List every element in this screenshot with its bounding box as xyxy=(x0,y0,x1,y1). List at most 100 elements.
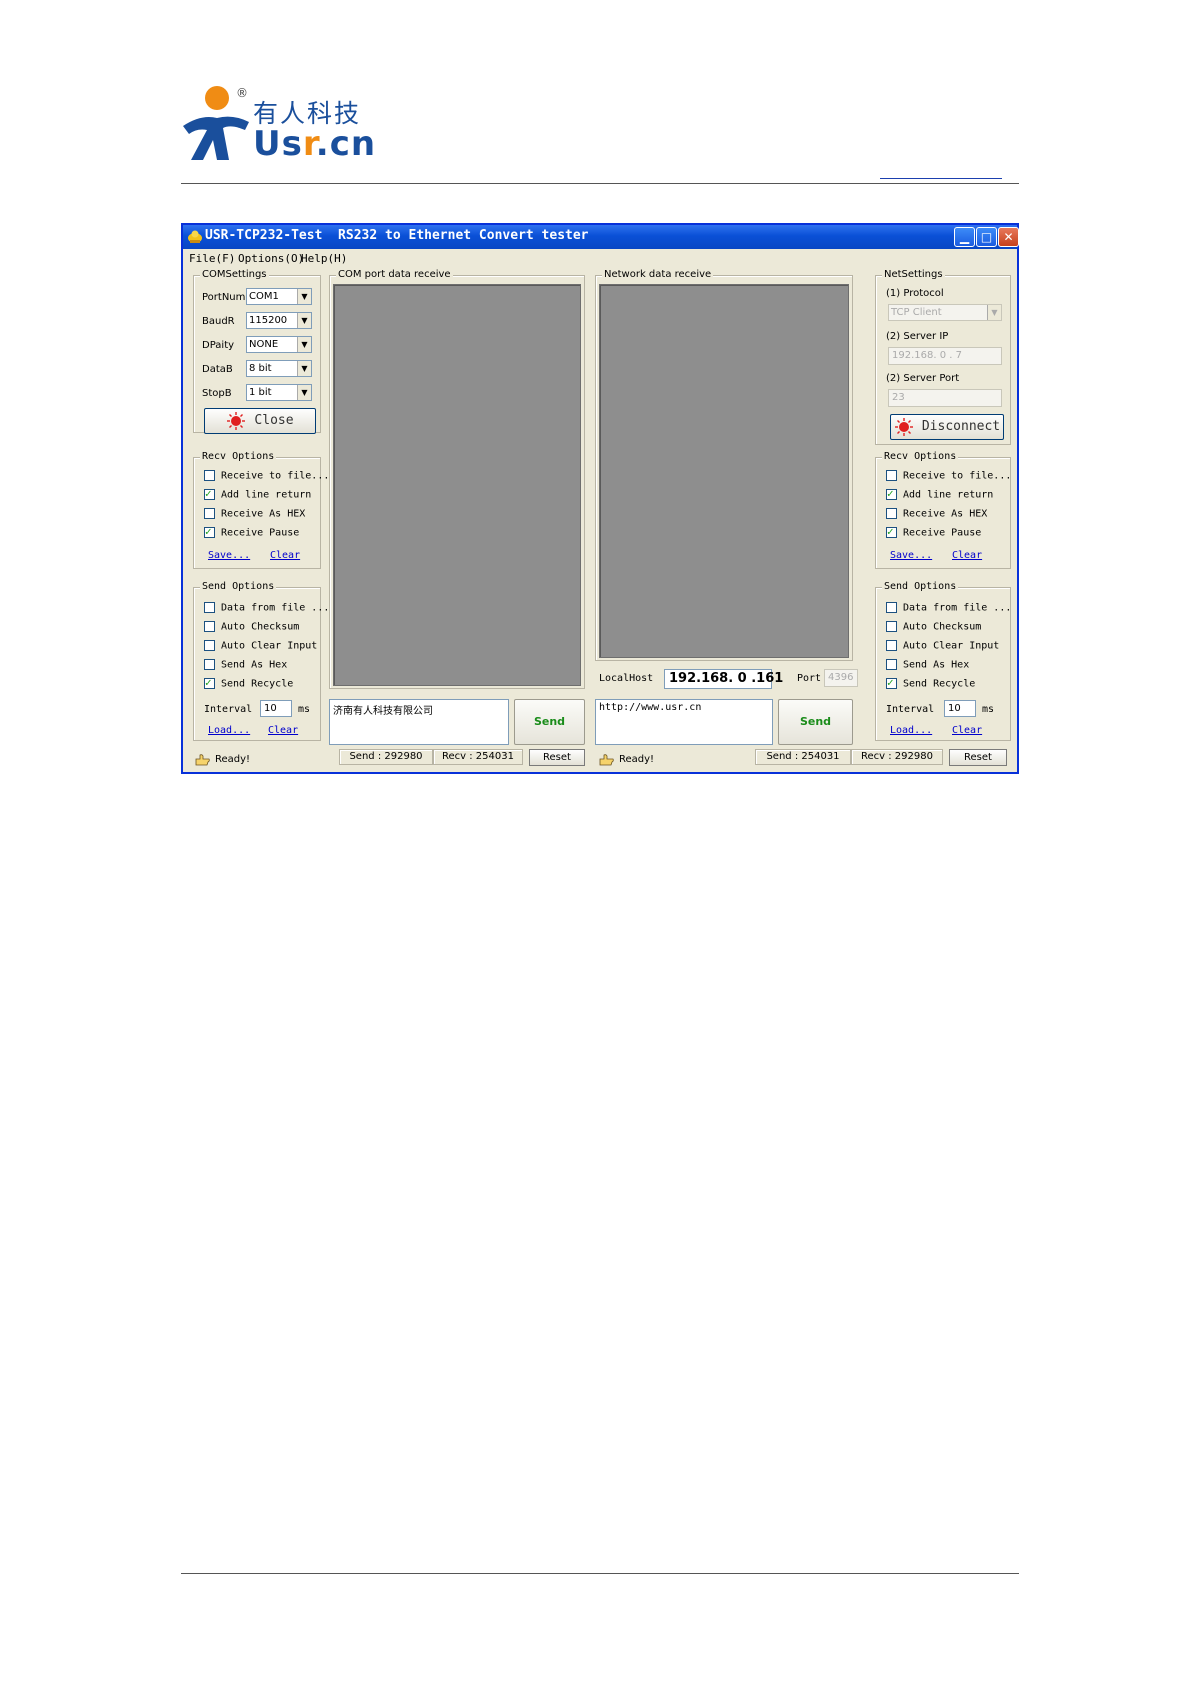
hand-pointer-icon xyxy=(195,754,210,766)
chevron-down-icon: ▼ xyxy=(987,305,1001,320)
left-interval-unit: ms xyxy=(298,704,311,715)
server-ip-label: (2) Server IP xyxy=(886,331,949,342)
left-recv-as-hex-checkbox[interactable]: Receive As HEX xyxy=(204,508,305,520)
menu-file[interactable]: File(F) xyxy=(189,252,235,265)
menu-bar: File(F) Options(O) Help(H) xyxy=(183,249,1017,267)
menu-help[interactable]: Help(H) xyxy=(301,252,347,265)
right-interval-input[interactable]: 10 xyxy=(944,700,976,717)
parity-label: DPaity xyxy=(202,340,235,351)
local-port-field[interactable]: 4396 xyxy=(824,669,858,687)
minimize-button[interactable]: ▁ xyxy=(954,227,975,247)
right-add-line-return-checkbox[interactable]: Add line return xyxy=(886,487,993,501)
minimize-icon: ▁ xyxy=(959,230,970,244)
net-receive-group: Network data receive xyxy=(595,269,853,661)
left-send-recycle-checkbox[interactable]: Send Recycle xyxy=(204,676,293,690)
hand-pointer-icon xyxy=(599,754,614,766)
close-icon: ✕ xyxy=(1003,230,1014,244)
title-bar[interactable]: USR-TCP232-Test RS232 to Ethernet Conver… xyxy=(183,225,1019,249)
com-close-button[interactable]: Close xyxy=(204,408,316,434)
left-auto-clear-input-checkbox[interactable]: Auto Clear Input xyxy=(204,640,317,652)
stopbits-select[interactable]: 1 bit ▼ xyxy=(246,384,312,401)
left-add-line-return-checkbox[interactable]: Add line return xyxy=(204,487,311,501)
left-recv-options-group: Recv Options Receive to file... Add line… xyxy=(193,451,329,569)
baudrate-select[interactable]: 115200 ▼ xyxy=(246,312,312,329)
net-settings-group: NetSettings (1) Protocol TCP Client ▼ (2)… xyxy=(875,269,1011,445)
right-recv-pause-checkbox[interactable]: Receive Pause xyxy=(886,525,981,539)
com-receive-area[interactable] xyxy=(333,284,581,686)
left-send-options-title: Send Options xyxy=(200,581,277,592)
com-settings-title: COMSettings xyxy=(200,269,269,280)
chevron-down-icon: ▼ xyxy=(297,337,311,352)
disconnect-button[interactable]: Disconnect xyxy=(890,414,1004,440)
right-data-from-file-checkbox[interactable]: Data from file ... xyxy=(886,602,1011,614)
protocol-select[interactable]: TCP Client ▼ xyxy=(888,304,1002,321)
right-reset-button[interactable]: Reset xyxy=(949,749,1007,766)
left-send-options-group: Send Options Data from file ... Auto Che… xyxy=(193,581,329,741)
com-send-button[interactable]: Send xyxy=(514,699,585,745)
left-status-text: Ready! xyxy=(215,754,251,765)
net-send-button[interactable]: Send xyxy=(778,699,853,745)
databits-label: DataB xyxy=(202,364,233,375)
right-recv-as-hex-checkbox[interactable]: Receive As HEX xyxy=(886,508,987,520)
left-recv-save-link[interactable]: Save... xyxy=(208,550,250,561)
stopbits-label: StopB xyxy=(202,388,232,399)
port-label: Port xyxy=(797,673,822,684)
parity-select[interactable]: NONE ▼ xyxy=(246,336,312,353)
portnum-select[interactable]: COM1 ▼ xyxy=(246,288,312,305)
com-send-input[interactable]: 济南有人科技有限公司 xyxy=(329,699,509,745)
right-recv-options-group: Recv Options Receive to file... Add line… xyxy=(875,451,1011,569)
portnum-label: PortNum xyxy=(202,292,246,303)
left-recv-clear-link[interactable]: Clear xyxy=(270,550,300,561)
left-send-count: Send : 292980 xyxy=(339,749,433,765)
app-window: USR-TCP232-Test RS232 to Ethernet Conver… xyxy=(181,223,1019,774)
window-title: USR-TCP232-Test RS232 to Ethernet Conver… xyxy=(205,228,589,243)
net-receive-area[interactable] xyxy=(599,284,849,658)
left-auto-checksum-checkbox[interactable]: Auto Checksum xyxy=(204,621,299,633)
protocol-label: (1) Protocol xyxy=(886,288,944,299)
left-data-from-file-checkbox[interactable]: Data from file ... xyxy=(204,602,329,614)
server-ip-field[interactable]: 192.168. 0 . 7 xyxy=(888,347,1002,365)
right-send-options-title: Send Options xyxy=(882,581,959,592)
right-auto-clear-input-checkbox[interactable]: Auto Clear Input xyxy=(886,640,999,652)
right-status-text: Ready! xyxy=(619,754,655,765)
maximize-button[interactable]: □ xyxy=(976,227,997,247)
right-recv-count: Recv : 292980 xyxy=(851,749,943,765)
left-send-clear-link[interactable]: Clear xyxy=(268,725,298,736)
right-auto-checksum-checkbox[interactable]: Auto Checksum xyxy=(886,621,981,633)
right-recv-save-link[interactable]: Save... xyxy=(890,550,932,561)
right-send-as-hex-checkbox[interactable]: Send As Hex xyxy=(886,659,969,671)
net-receive-title: Network data receive xyxy=(602,269,714,280)
footer-rule xyxy=(181,1573,1019,1574)
chevron-down-icon: ▼ xyxy=(297,313,311,328)
left-recv-count: Recv : 254031 xyxy=(433,749,523,765)
maximize-icon: □ xyxy=(980,230,993,244)
right-interval-label: Interval xyxy=(886,704,935,715)
left-send-as-hex-checkbox[interactable]: Send As Hex xyxy=(204,659,287,671)
left-recv-to-file-checkbox[interactable]: Receive to file... xyxy=(204,470,329,482)
right-recv-to-file-checkbox[interactable]: Receive to file... xyxy=(886,470,1011,482)
right-send-recycle-checkbox[interactable]: Send Recycle xyxy=(886,676,975,690)
menu-options[interactable]: Options(O) xyxy=(238,252,304,265)
close-window-button[interactable]: ✕ xyxy=(998,227,1019,247)
status-led-icon xyxy=(227,412,246,430)
right-recv-options-title: Recv Options xyxy=(882,451,959,462)
server-port-label: (2) Server Port xyxy=(886,373,960,384)
com-settings-group: COMSettings PortNum COM1 ▼ BaudR 115200 ▼ … xyxy=(193,269,321,434)
databits-select[interactable]: 8 bit ▼ xyxy=(246,360,312,377)
left-reset-button[interactable]: Reset xyxy=(529,749,585,766)
baudrate-label: BaudR xyxy=(202,316,235,327)
server-port-field[interactable]: 23 xyxy=(888,389,1002,407)
left-interval-input[interactable]: 10 xyxy=(260,700,292,717)
left-interval-label: Interval xyxy=(204,704,253,715)
right-send-options-group: Send Options Data from file ... Auto Che… xyxy=(875,581,1011,741)
net-send-input[interactable]: http://www.usr.cn xyxy=(595,699,773,745)
right-send-load-link[interactable]: Load... xyxy=(890,725,932,736)
localhost-ip-field[interactable]: 192.168. 0 .161 xyxy=(664,669,783,689)
right-recv-clear-link[interactable]: Clear xyxy=(952,550,982,561)
left-recv-options-title: Recv Options xyxy=(200,451,277,462)
left-recv-pause-checkbox[interactable]: Receive Pause xyxy=(204,525,299,539)
left-send-load-link[interactable]: Load... xyxy=(208,725,250,736)
right-send-clear-link[interactable]: Clear xyxy=(952,725,982,736)
header-link-underline xyxy=(880,178,1002,179)
com-receive-group: COM port data receive xyxy=(329,269,585,689)
